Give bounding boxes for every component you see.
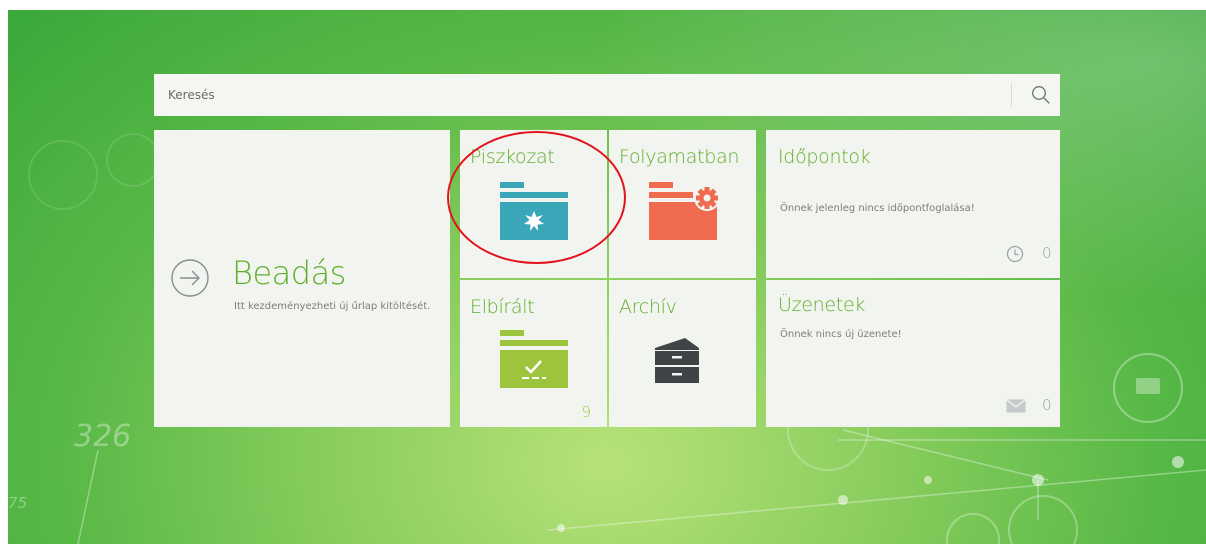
folyamatban-tile[interactable]: Folyamatban: [609, 130, 756, 278]
folder-gear-icon: [649, 182, 720, 240]
idopontok-message: Önnek jelenleg nincs időpontfoglalása!: [780, 203, 975, 214]
idopontok-title: Időpontok: [778, 146, 871, 168]
archive-cabinet-icon: [655, 338, 699, 383]
archiv-title: Archív: [619, 296, 677, 318]
elbiralt-tile[interactable]: Elbírált 9: [460, 280, 607, 427]
annotation-circle: [447, 131, 626, 264]
uzenetek-tile[interactable]: Üzenetek Önnek nincs új üzenete! 0: [766, 280, 1060, 427]
envelope-icon: [1006, 399, 1026, 413]
search-input[interactable]: [154, 74, 1011, 116]
uzenetek-message: Önnek nincs új üzenete!: [780, 329, 902, 340]
clock-icon: [1006, 245, 1024, 263]
folyamatban-title: Folyamatban: [619, 146, 740, 168]
arrow-right-circle-icon: [171, 259, 209, 297]
idopontok-tile[interactable]: Időpontok Önnek jelenleg nincs időpontfo…: [766, 130, 1060, 278]
background-number-75: 75: [8, 494, 27, 512]
beadas-title: Beadás: [232, 254, 346, 292]
search-icon: [1032, 86, 1050, 104]
uzenetek-title: Üzenetek: [778, 294, 866, 316]
search-button[interactable]: [1022, 74, 1060, 116]
elbiralt-title: Elbírált: [470, 296, 535, 318]
background-number-326: 326: [74, 419, 131, 454]
folder-check-icon: [500, 330, 568, 388]
beadas-tile[interactable]: Beadás Itt kezdeményezheti új űrlap kitö…: [154, 130, 450, 427]
elbiralt-count: 9: [581, 403, 591, 421]
beadas-description: Itt kezdeményezheti új űrlap kitöltését.: [234, 301, 431, 312]
search-divider: [1011, 83, 1012, 107]
idopontok-count: 0: [1042, 244, 1052, 262]
search-bar: [154, 74, 1060, 116]
uzenetek-count: 0: [1042, 396, 1052, 414]
background-stage: 326 75 Beadás Itt kezdeményezheti új űrl…: [8, 10, 1206, 544]
archiv-tile[interactable]: Archív: [609, 280, 756, 427]
